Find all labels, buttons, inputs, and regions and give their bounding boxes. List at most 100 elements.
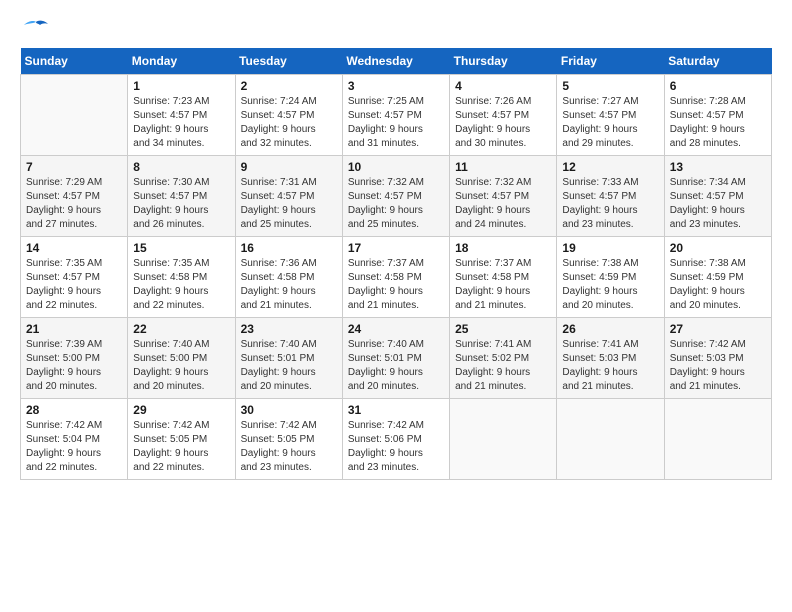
day-info: Sunrise: 7:31 AMSunset: 4:57 PMDaylight:… bbox=[241, 176, 337, 232]
calendar-cell: 8 Sunrise: 7:30 AMSunset: 4:57 PMDaylight… bbox=[128, 156, 235, 237]
calendar-header-row: SundayMondayTuesdayWednesdayThursdayFrid… bbox=[21, 48, 772, 75]
calendar-cell: 10 Sunrise: 7:32 AMSunset: 4:57 PMDayligh… bbox=[342, 156, 449, 237]
day-info: Sunrise: 7:37 AMSunset: 4:58 PMDaylight:… bbox=[348, 257, 444, 313]
day-number: 29 bbox=[133, 403, 229, 417]
day-info: Sunrise: 7:40 AMSunset: 5:01 PMDaylight:… bbox=[241, 338, 337, 394]
day-number: 25 bbox=[455, 322, 551, 336]
day-info: Sunrise: 7:35 AMSunset: 4:58 PMDaylight:… bbox=[133, 257, 229, 313]
calendar-cell: 15Sunrise: 7:35 AMSunset: 4:58 PMDayligh… bbox=[128, 237, 235, 318]
day-info: Sunrise: 7:36 AMSunset: 4:58 PMDaylight:… bbox=[241, 257, 337, 313]
calendar-cell: 19 Sunrise: 7:38 AMSunset: 4:59 PMDayligh… bbox=[557, 237, 664, 318]
day-number: 13 bbox=[670, 160, 766, 174]
calendar-cell bbox=[664, 399, 771, 480]
day-info: Sunrise: 7:40 AMSunset: 5:01 PMDaylight:… bbox=[348, 338, 444, 394]
day-info: Sunrise: 7:42 AMSunset: 5:06 PMDaylight:… bbox=[348, 419, 444, 475]
day-info: Sunrise: 7:42 AMSunset: 5:03 PMDaylight:… bbox=[670, 338, 766, 394]
day-number: 22 bbox=[133, 322, 229, 336]
calendar-cell: 28 Sunrise: 7:42 AMSunset: 5:04 PMDayligh… bbox=[21, 399, 128, 480]
day-info: Sunrise: 7:42 AMSunset: 5:04 PMDaylight:… bbox=[26, 419, 122, 475]
day-info: Sunrise: 7:33 AMSunset: 4:57 PMDaylight:… bbox=[562, 176, 658, 232]
calendar-cell: 11 Sunrise: 7:32 AMSunset: 4:57 PMDayligh… bbox=[450, 156, 557, 237]
day-header-tuesday: Tuesday bbox=[235, 48, 342, 75]
calendar-cell: 18Sunrise: 7:37 AMSunset: 4:58 PMDayligh… bbox=[450, 237, 557, 318]
day-info: Sunrise: 7:25 AMSunset: 4:57 PMDaylight:… bbox=[348, 95, 444, 151]
day-number: 2 bbox=[241, 79, 337, 93]
calendar-cell: 26Sunrise: 7:41 AMSunset: 5:03 PMDayligh… bbox=[557, 318, 664, 399]
day-header-monday: Monday bbox=[128, 48, 235, 75]
calendar-cell: 30 Sunrise: 7:42 AMSunset: 5:05 PMDayligh… bbox=[235, 399, 342, 480]
day-info: Sunrise: 7:28 AMSunset: 4:57 PMDaylight:… bbox=[670, 95, 766, 151]
calendar-cell: 1 Sunrise: 7:23 AMSunset: 4:57 PMDaylight… bbox=[128, 75, 235, 156]
calendar-cell: 5 Sunrise: 7:27 AMSunset: 4:57 PMDaylight… bbox=[557, 75, 664, 156]
calendar-table: SundayMondayTuesdayWednesdayThursdayFrid… bbox=[20, 48, 772, 480]
calendar-cell: 16 Sunrise: 7:36 AMSunset: 4:58 PMDayligh… bbox=[235, 237, 342, 318]
day-number: 19 bbox=[562, 241, 658, 255]
day-number: 9 bbox=[241, 160, 337, 174]
logo-bird-icon bbox=[22, 20, 50, 38]
day-number: 28 bbox=[26, 403, 122, 417]
day-info: Sunrise: 7:42 AMSunset: 5:05 PMDaylight:… bbox=[241, 419, 337, 475]
day-number: 5 bbox=[562, 79, 658, 93]
day-number: 23 bbox=[241, 322, 337, 336]
calendar-cell: 4 Sunrise: 7:26 AMSunset: 4:57 PMDaylight… bbox=[450, 75, 557, 156]
day-number: 24 bbox=[348, 322, 444, 336]
day-number: 1 bbox=[133, 79, 229, 93]
day-header-thursday: Thursday bbox=[450, 48, 557, 75]
day-header-saturday: Saturday bbox=[664, 48, 771, 75]
page-header bbox=[20, 20, 772, 38]
day-number: 17 bbox=[348, 241, 444, 255]
calendar-week-1: 1 Sunrise: 7:23 AMSunset: 4:57 PMDaylight… bbox=[21, 75, 772, 156]
day-info: Sunrise: 7:26 AMSunset: 4:57 PMDaylight:… bbox=[455, 95, 551, 151]
calendar-cell: 31 Sunrise: 7:42 AMSunset: 5:06 PMDayligh… bbox=[342, 399, 449, 480]
calendar-week-2: 7 Sunrise: 7:29 AMSunset: 4:57 PMDaylight… bbox=[21, 156, 772, 237]
calendar-week-3: 14 Sunrise: 7:35 AMSunset: 4:57 PMDayligh… bbox=[21, 237, 772, 318]
day-info: Sunrise: 7:38 AMSunset: 4:59 PMDaylight:… bbox=[562, 257, 658, 313]
calendar-cell: 12 Sunrise: 7:33 AMSunset: 4:57 PMDayligh… bbox=[557, 156, 664, 237]
calendar-cell: 7 Sunrise: 7:29 AMSunset: 4:57 PMDaylight… bbox=[21, 156, 128, 237]
day-info: Sunrise: 7:42 AMSunset: 5:05 PMDaylight:… bbox=[133, 419, 229, 475]
day-info: Sunrise: 7:32 AMSunset: 4:57 PMDaylight:… bbox=[455, 176, 551, 232]
calendar-cell: 23 Sunrise: 7:40 AMSunset: 5:01 PMDayligh… bbox=[235, 318, 342, 399]
calendar-cell: 14 Sunrise: 7:35 AMSunset: 4:57 PMDayligh… bbox=[21, 237, 128, 318]
day-info: Sunrise: 7:35 AMSunset: 4:57 PMDaylight:… bbox=[26, 257, 122, 313]
day-number: 4 bbox=[455, 79, 551, 93]
day-number: 30 bbox=[241, 403, 337, 417]
day-info: Sunrise: 7:27 AMSunset: 4:57 PMDaylight:… bbox=[562, 95, 658, 151]
day-number: 16 bbox=[241, 241, 337, 255]
day-number: 14 bbox=[26, 241, 122, 255]
day-info: Sunrise: 7:24 AMSunset: 4:57 PMDaylight:… bbox=[241, 95, 337, 151]
calendar-cell: 20Sunrise: 7:38 AMSunset: 4:59 PMDayligh… bbox=[664, 237, 771, 318]
calendar-cell bbox=[21, 75, 128, 156]
day-number: 8 bbox=[133, 160, 229, 174]
calendar-week-4: 21Sunrise: 7:39 AMSunset: 5:00 PMDayligh… bbox=[21, 318, 772, 399]
calendar-cell: 13 Sunrise: 7:34 AMSunset: 4:57 PMDayligh… bbox=[664, 156, 771, 237]
day-info: Sunrise: 7:37 AMSunset: 4:58 PMDaylight:… bbox=[455, 257, 551, 313]
day-number: 7 bbox=[26, 160, 122, 174]
day-number: 11 bbox=[455, 160, 551, 174]
logo bbox=[20, 20, 52, 38]
calendar-cell: 17 Sunrise: 7:37 AMSunset: 4:58 PMDayligh… bbox=[342, 237, 449, 318]
day-info: Sunrise: 7:41 AMSunset: 5:02 PMDaylight:… bbox=[455, 338, 551, 394]
calendar-cell: 2 Sunrise: 7:24 AMSunset: 4:57 PMDaylight… bbox=[235, 75, 342, 156]
day-number: 21 bbox=[26, 322, 122, 336]
day-info: Sunrise: 7:30 AMSunset: 4:57 PMDaylight:… bbox=[133, 176, 229, 232]
calendar-cell: 29 Sunrise: 7:42 AMSunset: 5:05 PMDayligh… bbox=[128, 399, 235, 480]
day-number: 10 bbox=[348, 160, 444, 174]
day-info: Sunrise: 7:32 AMSunset: 4:57 PMDaylight:… bbox=[348, 176, 444, 232]
calendar-cell bbox=[450, 399, 557, 480]
day-number: 27 bbox=[670, 322, 766, 336]
day-header-sunday: Sunday bbox=[21, 48, 128, 75]
day-info: Sunrise: 7:40 AMSunset: 5:00 PMDaylight:… bbox=[133, 338, 229, 394]
day-info: Sunrise: 7:41 AMSunset: 5:03 PMDaylight:… bbox=[562, 338, 658, 394]
day-info: Sunrise: 7:34 AMSunset: 4:57 PMDaylight:… bbox=[670, 176, 766, 232]
calendar-cell: 6 Sunrise: 7:28 AMSunset: 4:57 PMDaylight… bbox=[664, 75, 771, 156]
day-info: Sunrise: 7:29 AMSunset: 4:57 PMDaylight:… bbox=[26, 176, 122, 232]
day-info: Sunrise: 7:23 AMSunset: 4:57 PMDaylight:… bbox=[133, 95, 229, 151]
day-number: 12 bbox=[562, 160, 658, 174]
day-header-wednesday: Wednesday bbox=[342, 48, 449, 75]
day-number: 6 bbox=[670, 79, 766, 93]
calendar-cell: 9 Sunrise: 7:31 AMSunset: 4:57 PMDaylight… bbox=[235, 156, 342, 237]
day-number: 31 bbox=[348, 403, 444, 417]
calendar-cell: 25 Sunrise: 7:41 AMSunset: 5:02 PMDayligh… bbox=[450, 318, 557, 399]
day-number: 20 bbox=[670, 241, 766, 255]
